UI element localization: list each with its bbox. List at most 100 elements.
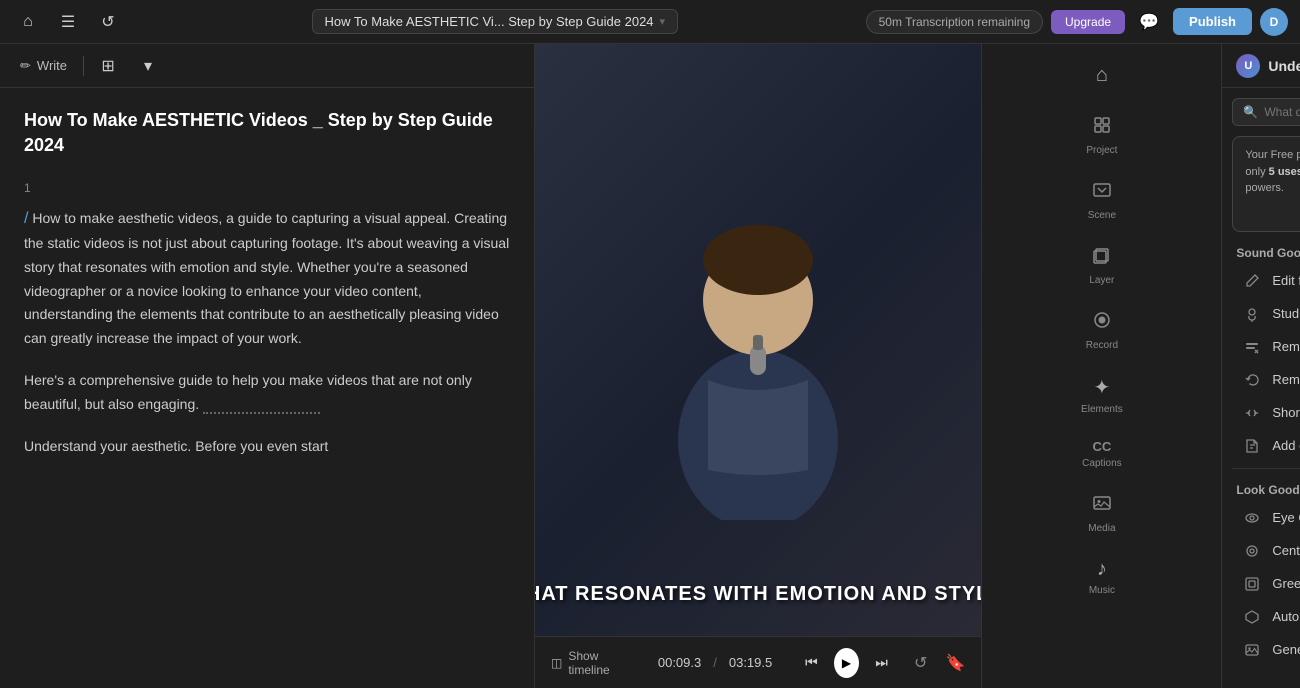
music-icon: ♪ [1097,558,1107,581]
topbar-center: How To Make AESTHETIC Vi... Step by Step… [132,9,858,34]
underlord-scroll: Sound Good Edit for clarity Studio Sound… [1222,238,1300,688]
comment-icon: 💬 [1139,12,1159,32]
sidebar-item-home[interactable]: ⌂ [990,54,1213,101]
sidebar-item-media[interactable]: Media [990,483,1213,544]
bookmark-icon[interactable]: 🔖 [945,653,965,673]
home-icon: ⌂ [1096,64,1108,87]
feature-add-chapters[interactable]: Add chapters [1228,430,1300,462]
upgrade-banner: Your Free plan will soon be limited to o… [1232,136,1300,232]
add-chapters-label: Add chapters [1272,438,1300,453]
transcript-content: How To Make AESTHETIC Videos _ Step by S… [0,88,534,688]
next-button[interactable]: ⏭ [869,648,894,678]
record-icon [1092,310,1112,336]
publish-button[interactable]: Publish [1173,8,1252,35]
transcript-toolbar: ✏ Write ⊞ ▾ [0,44,534,88]
transcription-badge: 50m Transcription remaining [866,10,1043,34]
upgrade-button[interactable]: Upgrade [1051,10,1125,34]
remove-filler-icon [1242,339,1262,355]
video-panel: THAT RESONATES WITH EMOTION AND STYLE ◫ … [535,44,981,688]
captions-label: Captions [1082,458,1121,469]
write-icon: ✏ [20,58,31,74]
center-speaker-icon [1242,543,1262,559]
menu-button[interactable]: ☰ [52,6,84,38]
dropdown-button[interactable]: ▾ [132,50,164,82]
prev-button[interactable]: ⏮ [799,648,824,678]
video-controls: ◫ Show timeline 00:09.3 / 03:19.5 ⏮ ▶ ⏭ … [535,636,981,688]
undo-button[interactable]: ↺ [92,6,124,38]
project-title[interactable]: How To Make AESTHETIC Vi... Step by Step… [312,9,679,34]
sidebar-item-elements[interactable]: ✦ Elements [990,365,1213,425]
timeline-label: Show timeline [568,649,628,677]
elements-label: Elements [1081,404,1123,415]
rewind-icon[interactable]: ↺ [914,653,927,673]
paragraph-1-text: How to make aesthetic videos, a guide to… [24,210,509,346]
sidebar-item-captions[interactable]: CC Captions [990,429,1213,479]
feature-eye-contact[interactable]: Eye Contact Beta [1228,502,1300,534]
feature-center-speaker[interactable]: Center active speaker Beta [1228,535,1300,567]
layout-button[interactable]: ⊞ [92,50,124,82]
studio-sound-icon [1242,306,1262,322]
gen-image-label: Generate an image [1272,642,1300,657]
sidebar-item-record[interactable]: Record [990,300,1213,361]
feature-remove-retakes[interactable]: Remove retakes [1228,364,1300,396]
dotted-underline [203,396,320,414]
play-button[interactable]: ▶ [834,648,859,678]
dropdown-icon: ▾ [660,15,666,28]
underlord-panel: U Underlord 🔍 Your Free plan will soon b… [1221,44,1300,688]
edit-clarity-label: Edit for clarity [1272,273,1300,288]
feature-studio-sound[interactable]: Studio Sound [1228,298,1300,330]
sidebar-item-music[interactable]: ♪ Music [990,548,1213,606]
transcript-panel: ✏ Write ⊞ ▾ How To Make AESTHETIC Videos… [0,44,535,688]
remove-retakes-icon [1242,372,1262,388]
right-sidebar: ⌂ Project Scene Layer Record [981,44,1221,688]
video-background: THAT RESONATES WITH EMOTION AND STYLE [535,44,981,636]
timeline-toggle[interactable]: ◫ Show timeline [551,649,628,677]
search-input[interactable] [1264,105,1300,119]
transcription-text: 50m Transcription remaining [879,15,1030,29]
topbar-left: ⌂ ☰ ↺ [12,6,124,38]
topbar-right: 50m Transcription remaining Upgrade 💬 Pu… [866,6,1288,38]
home-button[interactable]: ⌂ [12,6,44,38]
search-icon: 🔍 [1243,105,1258,119]
feature-remove-filler[interactable]: Remove filler words [1228,331,1300,363]
time-total: 03:19.5 [729,655,772,670]
transcript-title: How To Make AESTHETIC Videos _ Step by S… [24,108,510,158]
feature-auto-multicam[interactable]: Automatic multicam [1228,601,1300,633]
center-speaker-label: Center active speaker [1272,543,1300,558]
main-area: ✏ Write ⊞ ▾ How To Make AESTHETIC Videos… [0,44,1300,688]
dropdown-icon: ▾ [144,56,152,76]
play-icon: ▶ [842,656,851,670]
write-label: Write [37,58,67,73]
layout-icon: ⊞ [101,56,114,76]
time-current: 00:09.3 [658,655,701,670]
write-button[interactable]: ✏ Write [12,54,75,78]
project-icon [1092,115,1112,141]
transcript-paragraph-2: Here's a comprehensive guide to help you… [24,369,510,417]
sidebar-item-scene[interactable]: Scene [990,170,1213,231]
feature-green-screen[interactable]: Green screen [1228,568,1300,600]
paragraph-3-text: Understand your aesthetic. Before you ev… [24,438,328,454]
feature-edit-clarity[interactable]: Edit for clarity [1228,265,1300,297]
search-box[interactable]: 🔍 [1232,98,1300,126]
media-icon [1092,493,1112,519]
timeline-icon: ◫ [551,656,562,670]
feature-shorten-gaps[interactable]: Shorten word gaps [1228,397,1300,429]
layer-label: Layer [1089,275,1114,286]
studio-sound-label: Studio Sound [1272,306,1300,321]
elements-icon: ✦ [1094,375,1111,400]
comment-button[interactable]: 💬 [1133,6,1165,38]
sidebar-item-layer[interactable]: Layer [990,235,1213,296]
shorten-gaps-label: Shorten word gaps [1272,405,1300,420]
captions-icon: CC [1093,439,1112,454]
sidebar-item-project[interactable]: Project [990,105,1213,166]
feature-gen-image[interactable]: Generate an image [1228,634,1300,666]
green-screen-label: Green screen [1272,576,1300,591]
time-separator: / [713,655,717,670]
section-sound-good: Sound Good [1222,238,1300,264]
remove-filler-label: Remove filler words [1272,339,1300,354]
eye-contact-label: Eye Contact [1272,510,1300,525]
shorten-gaps-icon [1242,405,1262,421]
auto-multicam-icon [1242,609,1262,625]
next-icon: ⏭ [875,654,888,671]
transcript-paragraph-3: Understand your aesthetic. Before you ev… [24,435,510,459]
